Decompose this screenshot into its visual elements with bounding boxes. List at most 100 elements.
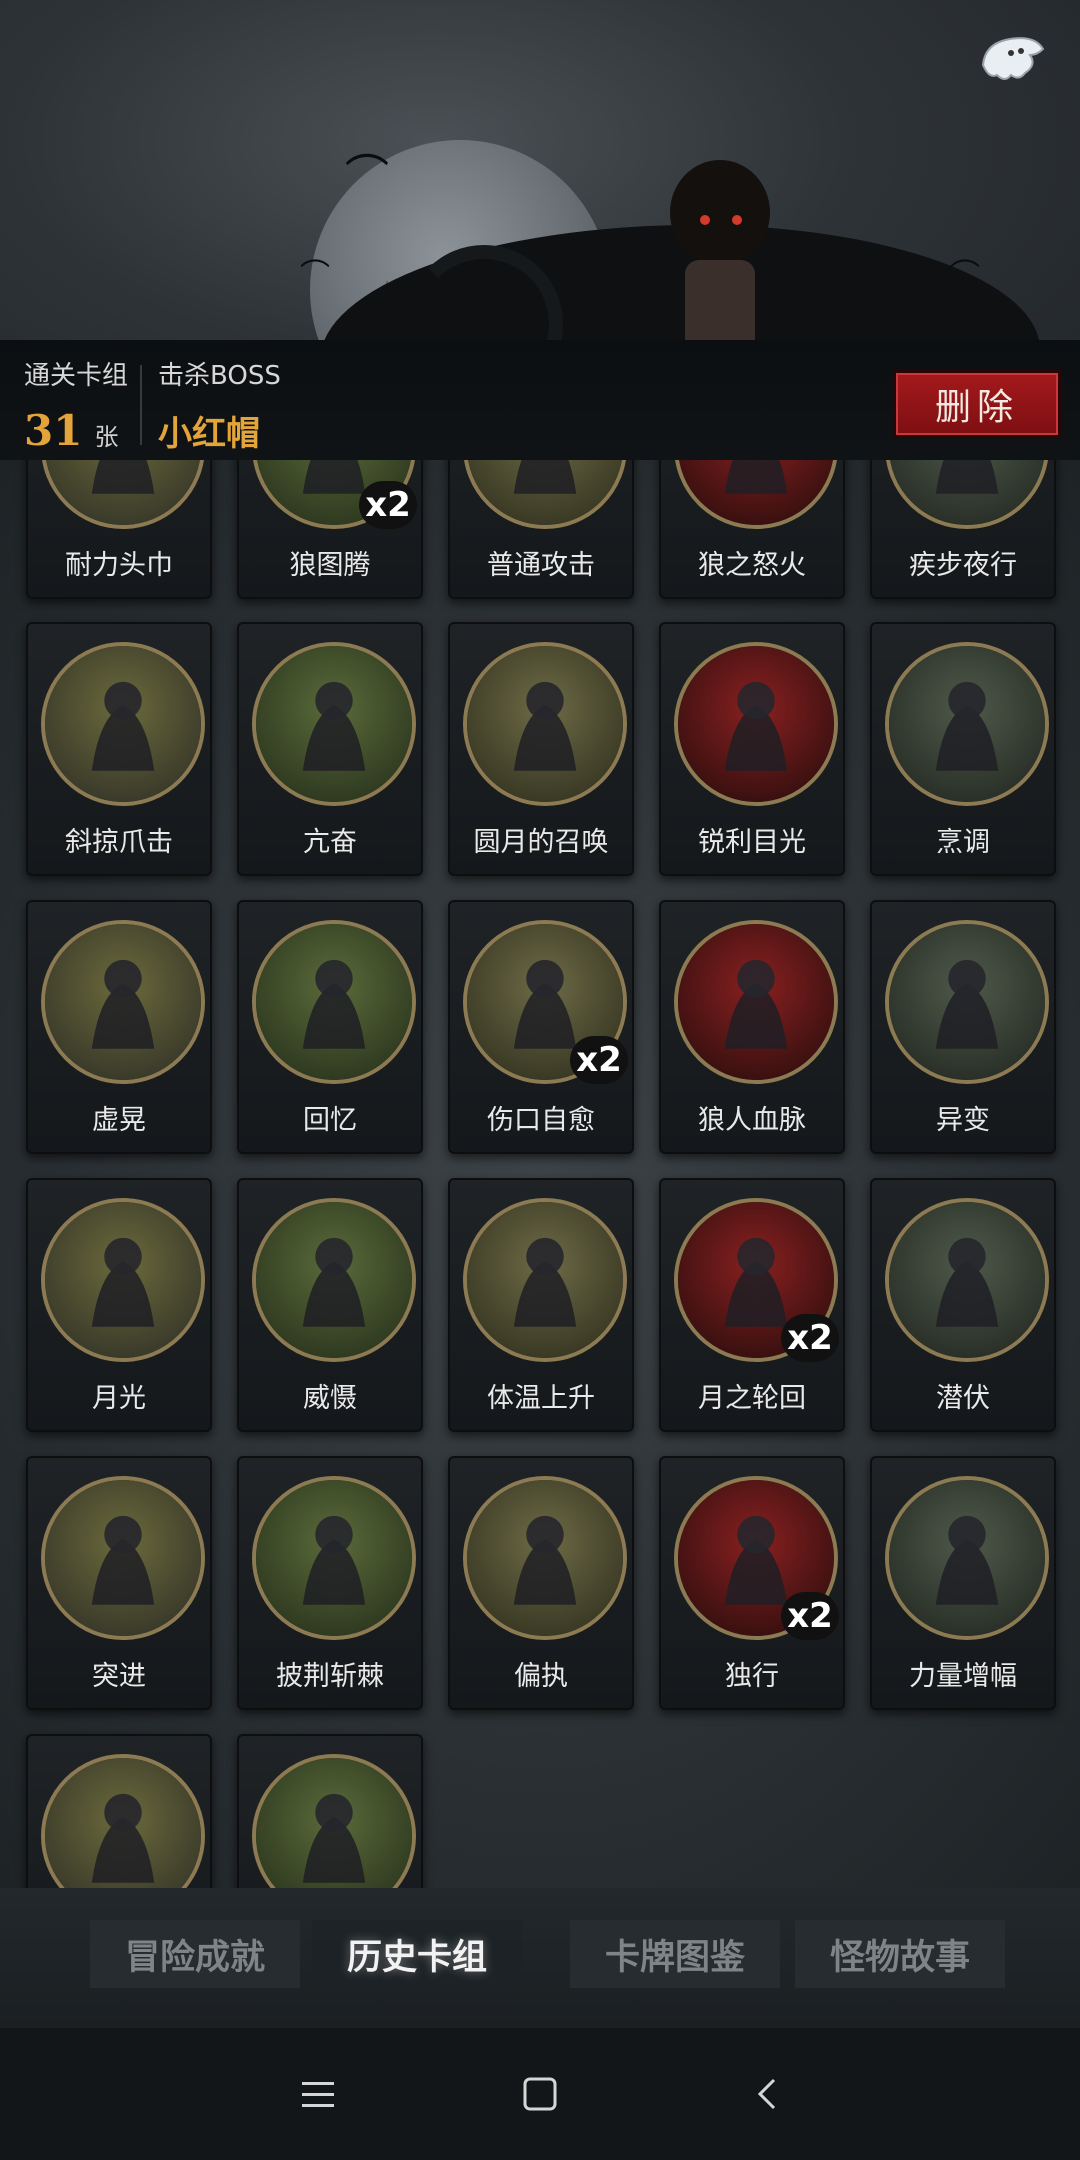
card-item[interactable]: 狼图腾 x2 [237, 460, 423, 599]
menu-icon [302, 2082, 334, 2107]
bat-icon: ⌒ [300, 258, 330, 293]
card-art-icon [463, 642, 627, 806]
card-art-icon [41, 642, 205, 806]
back-chevron-icon [757, 2078, 776, 2110]
tab-adventure-achievements[interactable]: 冒险成就 [90, 1920, 300, 1988]
card-item[interactable]: 锐利目光 [659, 622, 845, 876]
card-item[interactable]: 斜掠爪击 [26, 622, 212, 876]
cleared-deck-count: 31 [24, 406, 83, 455]
boss-label: 击杀BOSS [158, 361, 281, 391]
card-item[interactable]: 威慑 [237, 1178, 423, 1432]
tab-monster-stories[interactable]: 怪物故事 [795, 1920, 1005, 1988]
card-art-icon [885, 460, 1049, 529]
card-label: 突进 [92, 1661, 146, 1692]
card-art-icon [885, 1476, 1049, 1640]
card-label: 普通攻击 [487, 550, 595, 581]
card-label: 伤口自愈 [487, 1105, 595, 1136]
system-nav-bar [0, 2028, 1080, 2160]
card-art-icon [252, 1754, 416, 1888]
card-item[interactable]: 力量增幅 [870, 1456, 1056, 1710]
card-item[interactable]: 突进 [26, 1456, 212, 1710]
card-item[interactable]: 伤口自愈 x2 [448, 900, 634, 1154]
ghost-icon [981, 37, 1045, 80]
ghost-back-button[interactable] [975, 25, 1050, 90]
card-item[interactable]: 亢奋 [237, 622, 423, 876]
card-label: 狼之怒火 [698, 550, 806, 581]
bottom-tab-bar: 冒险成就 历史卡组 卡牌图鉴 怪物故事 [0, 1888, 1080, 2028]
card-art-icon [463, 1476, 627, 1640]
card-item[interactable]: 回忆 [237, 900, 423, 1154]
tab-history-deck[interactable]: 历史卡组 [312, 1920, 522, 1988]
boss-stat: 击杀BOSS 小红帽 [154, 355, 293, 455]
tab-card-codex[interactable]: 卡牌图鉴 [570, 1920, 780, 1988]
card-item[interactable]: 独行 x2 [659, 1456, 845, 1710]
card-item[interactable] [237, 1734, 423, 1888]
card-item[interactable]: 潜伏 [870, 1178, 1056, 1432]
card-count-badge: x2 [781, 1592, 839, 1640]
card-label: 偏执 [514, 1661, 568, 1692]
card-art-icon [41, 460, 205, 529]
card-item[interactable]: 狼之怒火 [659, 460, 845, 599]
card-label: 疾步夜行 [909, 550, 1017, 581]
card-art-icon [674, 642, 838, 806]
card-label: 圆月的召唤 [473, 827, 609, 858]
card-art-icon [463, 1198, 627, 1362]
card-count-badge: x2 [781, 1314, 839, 1362]
card-art-icon [41, 1476, 205, 1640]
card-label: 狼人血脉 [698, 1105, 806, 1136]
home-button[interactable] [510, 2064, 570, 2124]
card-item[interactable]: 异变 [870, 900, 1056, 1154]
cleared-deck-unit: 张 [94, 423, 119, 451]
card-label: 亢奋 [303, 827, 357, 858]
card-art-icon [252, 642, 416, 806]
card-label: 耐力头巾 [65, 550, 173, 581]
card-label: 狼图腾 [289, 550, 371, 581]
card-item[interactable]: 圆月的召唤 [448, 622, 634, 876]
card-label: 虚晃 [92, 1105, 146, 1136]
card-item[interactable]: 狼人血脉 [659, 900, 845, 1154]
card-label: 威慑 [303, 1383, 357, 1414]
card-count-badge: x2 [359, 481, 417, 529]
card-label: 力量增幅 [909, 1661, 1017, 1692]
back-button[interactable] [738, 2064, 798, 2124]
bat-icon: ⌒ [345, 151, 389, 202]
cleared-deck-stat: 通关卡组 31 张 [20, 355, 140, 455]
card-art-icon [252, 1476, 416, 1640]
deck-stats: 通关卡组 31 张 击杀BOSS 小红帽 [20, 355, 293, 455]
card-art-icon [252, 1198, 416, 1362]
card-label: 斜掠爪击 [65, 827, 173, 858]
card-art-icon [41, 1198, 205, 1362]
card-item[interactable]: 疾步夜行 [870, 460, 1056, 599]
card-item[interactable]: 耐力头巾 [26, 460, 212, 599]
card-item[interactable]: 披荆斩棘 [237, 1456, 423, 1710]
bat-icon: ⌒ [950, 258, 980, 293]
card-art-icon [674, 460, 838, 529]
card-item[interactable]: 月之轮回 x2 [659, 1178, 845, 1432]
card-label: 独行 [725, 1661, 779, 1692]
card-item[interactable]: 虚晃 [26, 900, 212, 1154]
card-label: 月之轮回 [698, 1383, 806, 1414]
card-count-badge: x2 [570, 1036, 628, 1084]
card-grid[interactable]: 耐力头巾 狼图腾 x2 普通攻击 狼之怒火 疾步夜行斜掠爪击 亢奋 圆月的召唤 锐利目光 烹调虚晃… [0, 460, 1080, 1888]
card-label: 月光 [92, 1383, 146, 1414]
card-item[interactable]: 烹调 [870, 622, 1056, 876]
menu-button[interactable] [288, 2064, 348, 2124]
card-item[interactable]: 月光 [26, 1178, 212, 1432]
card-label: 体温上升 [487, 1383, 595, 1414]
card-art-icon [885, 920, 1049, 1084]
card-art-icon [885, 1198, 1049, 1362]
card-art-icon [674, 920, 838, 1084]
cleared-deck-label: 通关卡组 [24, 361, 129, 391]
delete-button[interactable]: 删除 [893, 370, 1061, 438]
stat-divider [140, 365, 143, 445]
card-label: 异变 [936, 1105, 990, 1136]
card-item[interactable]: 偏执 [448, 1456, 634, 1710]
card-label: 潜伏 [936, 1383, 990, 1414]
card-item[interactable] [26, 1734, 212, 1888]
card-art-icon [252, 920, 416, 1084]
card-label: 披荆斩棘 [276, 1661, 384, 1692]
card-item[interactable]: 体温上升 [448, 1178, 634, 1432]
card-art-icon [885, 642, 1049, 806]
boss-name: 小红帽 [158, 414, 261, 454]
card-item[interactable]: 普通攻击 [448, 460, 634, 599]
